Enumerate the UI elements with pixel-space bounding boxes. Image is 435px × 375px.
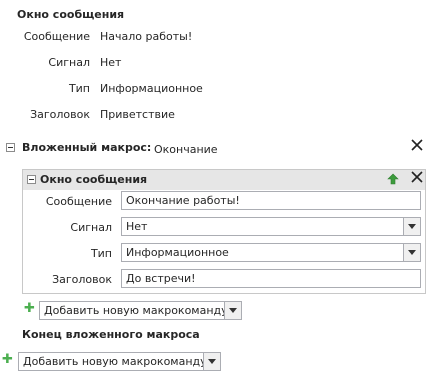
msg2-label-type: Тип: [90, 247, 112, 260]
msg1-label-signal: Сигнал: [48, 56, 90, 69]
msg1-title: Окно сообщения: [17, 8, 125, 21]
msg2-label-message: Сообщение: [45, 195, 112, 208]
msg1-label-message: Сообщение: [23, 30, 90, 43]
chevron-down-icon[interactable]: [403, 244, 420, 261]
msg1-value-type[interactable]: Информационное: [100, 82, 203, 95]
close-icon[interactable]: [411, 139, 423, 151]
msg2-signal-value: Нет: [126, 220, 148, 233]
add-action-outer-text: Добавить новую макрокоманду: [23, 355, 207, 368]
submacro-label: Вложенный макрос:: [22, 141, 152, 154]
submacro-collapse-icon[interactable]: [6, 143, 15, 152]
chevron-down-icon[interactable]: [224, 302, 241, 319]
msg1-label-type: Тип: [68, 82, 90, 95]
add-action-inner-text: Добавить новую макрокоманду: [44, 304, 228, 317]
msg1-value-title[interactable]: Приветствие: [100, 108, 175, 121]
msg1-label-title: Заголовок: [30, 108, 90, 121]
arrow-up-icon[interactable]: [387, 173, 399, 185]
msg1-value-message[interactable]: Начало работы!: [100, 30, 192, 43]
plus-icon[interactable]: ✚: [24, 302, 35, 315]
submacro-end-label: Конец вложенного макроса: [22, 328, 200, 341]
msg2-message-input[interactable]: Окончание работы!: [121, 191, 421, 210]
submacro-name[interactable]: Окончание: [154, 143, 218, 156]
msg2-title: Окно сообщения: [40, 173, 148, 186]
msg2-signal-select[interactable]: Нет: [121, 217, 421, 236]
nested-collapse-icon[interactable]: [27, 175, 36, 184]
msg1-value-signal[interactable]: Нет: [100, 56, 121, 69]
msg2-type-value: Информационное: [126, 246, 229, 259]
msg2-type-select[interactable]: Информационное: [121, 243, 421, 262]
chevron-down-icon[interactable]: [203, 353, 220, 370]
plus-icon[interactable]: ✚: [2, 353, 13, 366]
chevron-down-icon[interactable]: [403, 218, 420, 235]
close-icon[interactable]: [411, 171, 423, 183]
add-action-outer-select[interactable]: Добавить новую макрокоманду: [18, 352, 221, 371]
msg2-label-title: Заголовок: [52, 273, 112, 286]
add-action-inner-select[interactable]: Добавить новую макрокоманду: [39, 301, 242, 320]
msg2-title-input[interactable]: До встречи!: [121, 269, 421, 288]
msg2-label-signal: Сигнал: [70, 221, 112, 234]
